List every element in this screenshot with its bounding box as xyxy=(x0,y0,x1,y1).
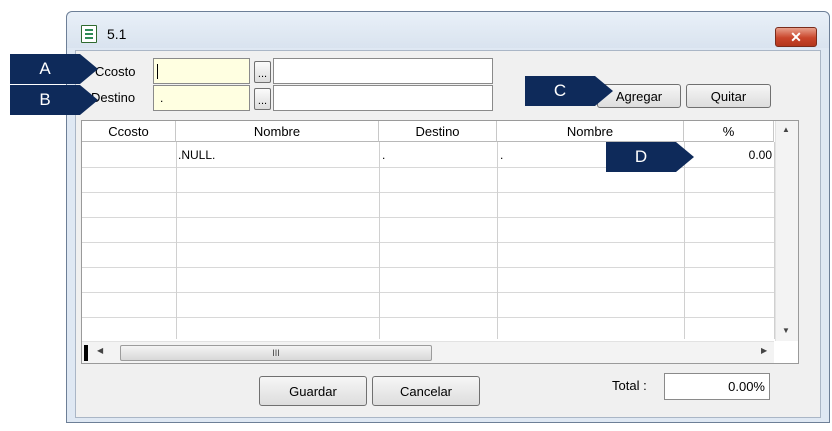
total-value-field: 0.00% xyxy=(664,373,770,400)
quitar-button[interactable]: Quitar xyxy=(686,84,771,108)
callout-b: B xyxy=(10,85,98,115)
row-separator xyxy=(82,192,774,193)
column-header-ccosto[interactable]: Ccosto xyxy=(82,121,176,142)
row-separator xyxy=(82,267,774,268)
column-header-percent[interactable]: % xyxy=(684,121,774,142)
destino-browse-button[interactable]: ... xyxy=(254,88,271,110)
destino-input[interactable]: . xyxy=(153,85,250,111)
ccosto-description-field[interactable] xyxy=(273,58,493,84)
horizontal-scroll-thumb[interactable]: III xyxy=(120,345,432,361)
text-cursor xyxy=(157,64,158,79)
cell-nombre-destino[interactable]: . xyxy=(500,148,503,162)
guardar-button[interactable]: Guardar xyxy=(259,376,367,406)
row-separator xyxy=(82,317,774,318)
ccosto-input[interactable] xyxy=(153,58,250,84)
column-separator xyxy=(497,142,498,339)
row-indicator xyxy=(84,345,88,361)
scroll-left-icon[interactable]: ◀ xyxy=(97,346,103,355)
callout-a-label: A xyxy=(39,59,51,78)
column-separator xyxy=(379,142,380,339)
scroll-up-icon[interactable]: ▲ xyxy=(782,125,790,134)
ccosto-browse-button[interactable]: ... xyxy=(254,61,271,83)
column-header-nombre[interactable]: Nombre xyxy=(176,121,379,142)
callout-c: C xyxy=(525,76,613,106)
callout-c-label: C xyxy=(553,81,567,100)
app-icon xyxy=(81,25,97,43)
cancelar-button[interactable]: Cancelar xyxy=(372,376,480,406)
column-header-nombre-destino[interactable]: Nombre xyxy=(497,121,684,142)
close-button[interactable]: ✕ xyxy=(775,27,817,47)
window-title: 5.1 xyxy=(107,26,127,42)
callout-b-label: B xyxy=(39,90,51,109)
row-separator xyxy=(82,217,774,218)
total-label: Total : xyxy=(612,378,647,393)
column-separator xyxy=(176,142,177,339)
ccosto-label: Ccosto xyxy=(95,64,136,79)
cell-nombre[interactable]: .NULL. xyxy=(178,148,215,162)
column-header-destino[interactable]: Destino xyxy=(379,121,497,142)
scroll-right-icon[interactable]: ▶ xyxy=(761,346,767,355)
scroll-down-icon[interactable]: ▼ xyxy=(782,326,790,335)
horizontal-scrollbar[interactable]: ◀ III ▶ xyxy=(82,341,774,363)
destino-value: . xyxy=(160,91,164,105)
callout-d: D xyxy=(606,142,694,172)
row-separator xyxy=(82,292,774,293)
destino-description-field[interactable] xyxy=(273,85,493,111)
callout-d-label: D xyxy=(634,147,648,166)
title-bar: 5.1 ✕ xyxy=(67,12,829,48)
callout-a: A xyxy=(10,54,98,84)
vertical-scrollbar[interactable]: ▲ ▼ xyxy=(775,121,798,341)
row-separator xyxy=(82,242,774,243)
cell-destino[interactable]: . xyxy=(382,148,385,162)
cell-percent[interactable]: 0.00 xyxy=(686,148,772,162)
